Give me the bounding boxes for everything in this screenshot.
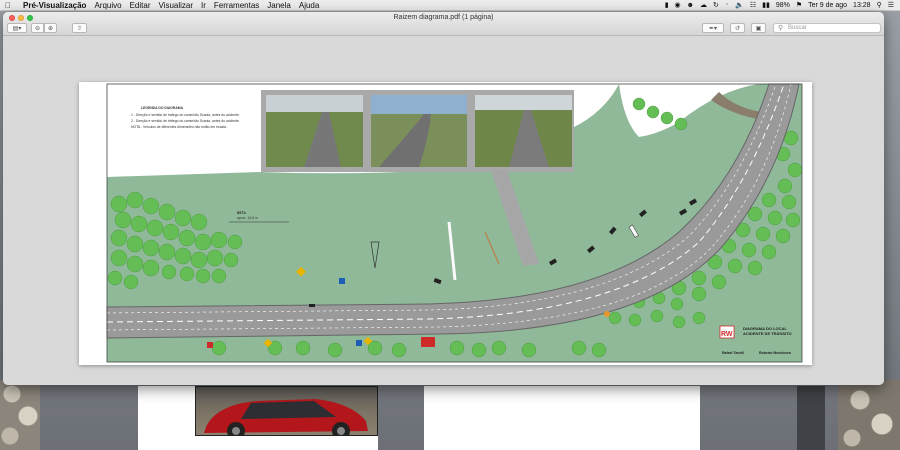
document-area[interactable]: LEGENDA DO DIAGRAMA 1 - Direção e sentid…	[3, 36, 884, 385]
pen-icon: ✒▾	[708, 25, 718, 32]
vpn-icon[interactable]: ◉	[675, 1, 681, 9]
sync-icon[interactable]: ↻	[713, 1, 719, 9]
volume-icon[interactable]: 🔈	[735, 1, 744, 9]
share-button[interactable]: ⇧	[72, 23, 87, 33]
menu-editar[interactable]: Editar	[130, 1, 151, 10]
preview-window: Raizem diagrama.pdf (1 página) ▤▾ ⊖ ⊕ ⇧ …	[3, 12, 884, 385]
search-placeholder: Buscar	[788, 25, 807, 31]
battery-percent: 98%	[775, 1, 790, 9]
background-car-photo	[195, 386, 378, 436]
rotate-button[interactable]: ↺	[730, 23, 745, 33]
window-title: Raizem diagrama.pdf (1 página)	[393, 14, 494, 21]
sidebar-toggle-button[interactable]: ▤▾	[7, 23, 27, 33]
ghost-icon[interactable]: ☻	[687, 2, 694, 9]
status-area: ▮ ◉ ☻ ☁ ↻ ᛫ 🔈 ☷ ▮▮ 98% ⚑ Ter 9 de ago 13…	[665, 1, 900, 10]
search-icon[interactable]: ⚲	[877, 1, 882, 9]
legend-line-1: 1 - Direção e sentido de tráfego do cami…	[131, 113, 240, 117]
zoom-out-button[interactable]: ⊖	[31, 23, 44, 33]
menu-ferramentas[interactable]: Ferramentas	[214, 1, 259, 10]
menu-arquivo[interactable]: Arquivo	[94, 1, 121, 10]
toolbox-icon: ▣	[755, 25, 762, 32]
author-1: Rafael Tavelli	[722, 351, 744, 355]
company-logo: RW	[721, 331, 733, 338]
window-titlebar[interactable]: Raizem diagrama.pdf (1 página) ▤▾ ⊖ ⊕ ⇧ …	[3, 12, 884, 36]
shield-icon[interactable]: ▮	[665, 1, 669, 9]
desktop-rocks-left	[0, 380, 40, 450]
notification-list-icon[interactable]: ☰	[888, 1, 894, 9]
share-icon: ⇧	[76, 25, 83, 32]
legend-line-3: NOTA - Veículos de diferentes dimensões …	[131, 125, 227, 129]
menu-app-name[interactable]: Pré-Visualização	[23, 1, 86, 10]
distance-label: BETA	[237, 211, 247, 215]
background-dark-strip	[797, 386, 825, 450]
photo-1	[266, 95, 363, 167]
photo-3	[475, 95, 572, 167]
author-2: Roberto Mendonca	[759, 351, 791, 355]
sidebar-icon: ▤▾	[12, 25, 22, 32]
zoom-in-button[interactable]: ⊕	[44, 23, 57, 33]
pdf-page[interactable]: LEGENDA DO DIAGRAMA 1 - Direção e sentid…	[79, 82, 812, 365]
menu-ajuda[interactable]: Ajuda	[299, 1, 319, 10]
photo-2	[371, 95, 467, 167]
search-field-icon: ⚲	[778, 25, 784, 32]
distance-value: aprox. 14,5 m	[237, 216, 258, 220]
menu-janela[interactable]: Janela	[267, 1, 291, 10]
zoom-out-icon: ⊖	[34, 25, 41, 32]
battery-icon[interactable]: ▮▮	[762, 1, 770, 9]
wifi-icon[interactable]: ☷	[750, 1, 756, 9]
flag-icon[interactable]: ⚑	[796, 1, 802, 9]
legend-line-2: 2 - Direção e sentido de tráfego do cami…	[131, 119, 240, 123]
background-page-right	[424, 386, 700, 450]
search-input[interactable]: ⚲ Buscar	[773, 23, 881, 33]
rotate-icon: ↺	[734, 25, 741, 32]
cloud-icon[interactable]: ☁	[700, 1, 707, 9]
diagram-title-2: ACIDENTE DE TRÂNSITO	[743, 331, 792, 336]
menubar-time[interactable]: 13:28	[853, 2, 871, 9]
apple-menu-icon[interactable]: 	[5, 1, 17, 10]
title-block: RW DIAGRAMA DO LOCAL ACIDENTE DE TRÂNSIT…	[719, 322, 802, 362]
menubar-date[interactable]: Ter 9 de ago	[808, 2, 847, 9]
toolbox-button[interactable]: ▣	[751, 23, 766, 33]
legend-title: LEGENDA DO DIAGRAMA	[141, 106, 184, 110]
menu-bar:  Pré-Visualização Arquivo Editar Visual…	[0, 0, 900, 11]
markup-button[interactable]: ✒▾	[702, 23, 724, 33]
zoom-in-icon: ⊕	[47, 25, 54, 32]
menu-visualizar[interactable]: Visualizar	[158, 1, 193, 10]
bluetooth-icon[interactable]: ᛫	[725, 2, 729, 9]
desktop-rocks-right	[838, 380, 900, 450]
menu-ir[interactable]: Ir	[201, 1, 206, 10]
accident-diagram: LEGENDA DO DIAGRAMA 1 - Direção e sentid…	[106, 83, 803, 363]
